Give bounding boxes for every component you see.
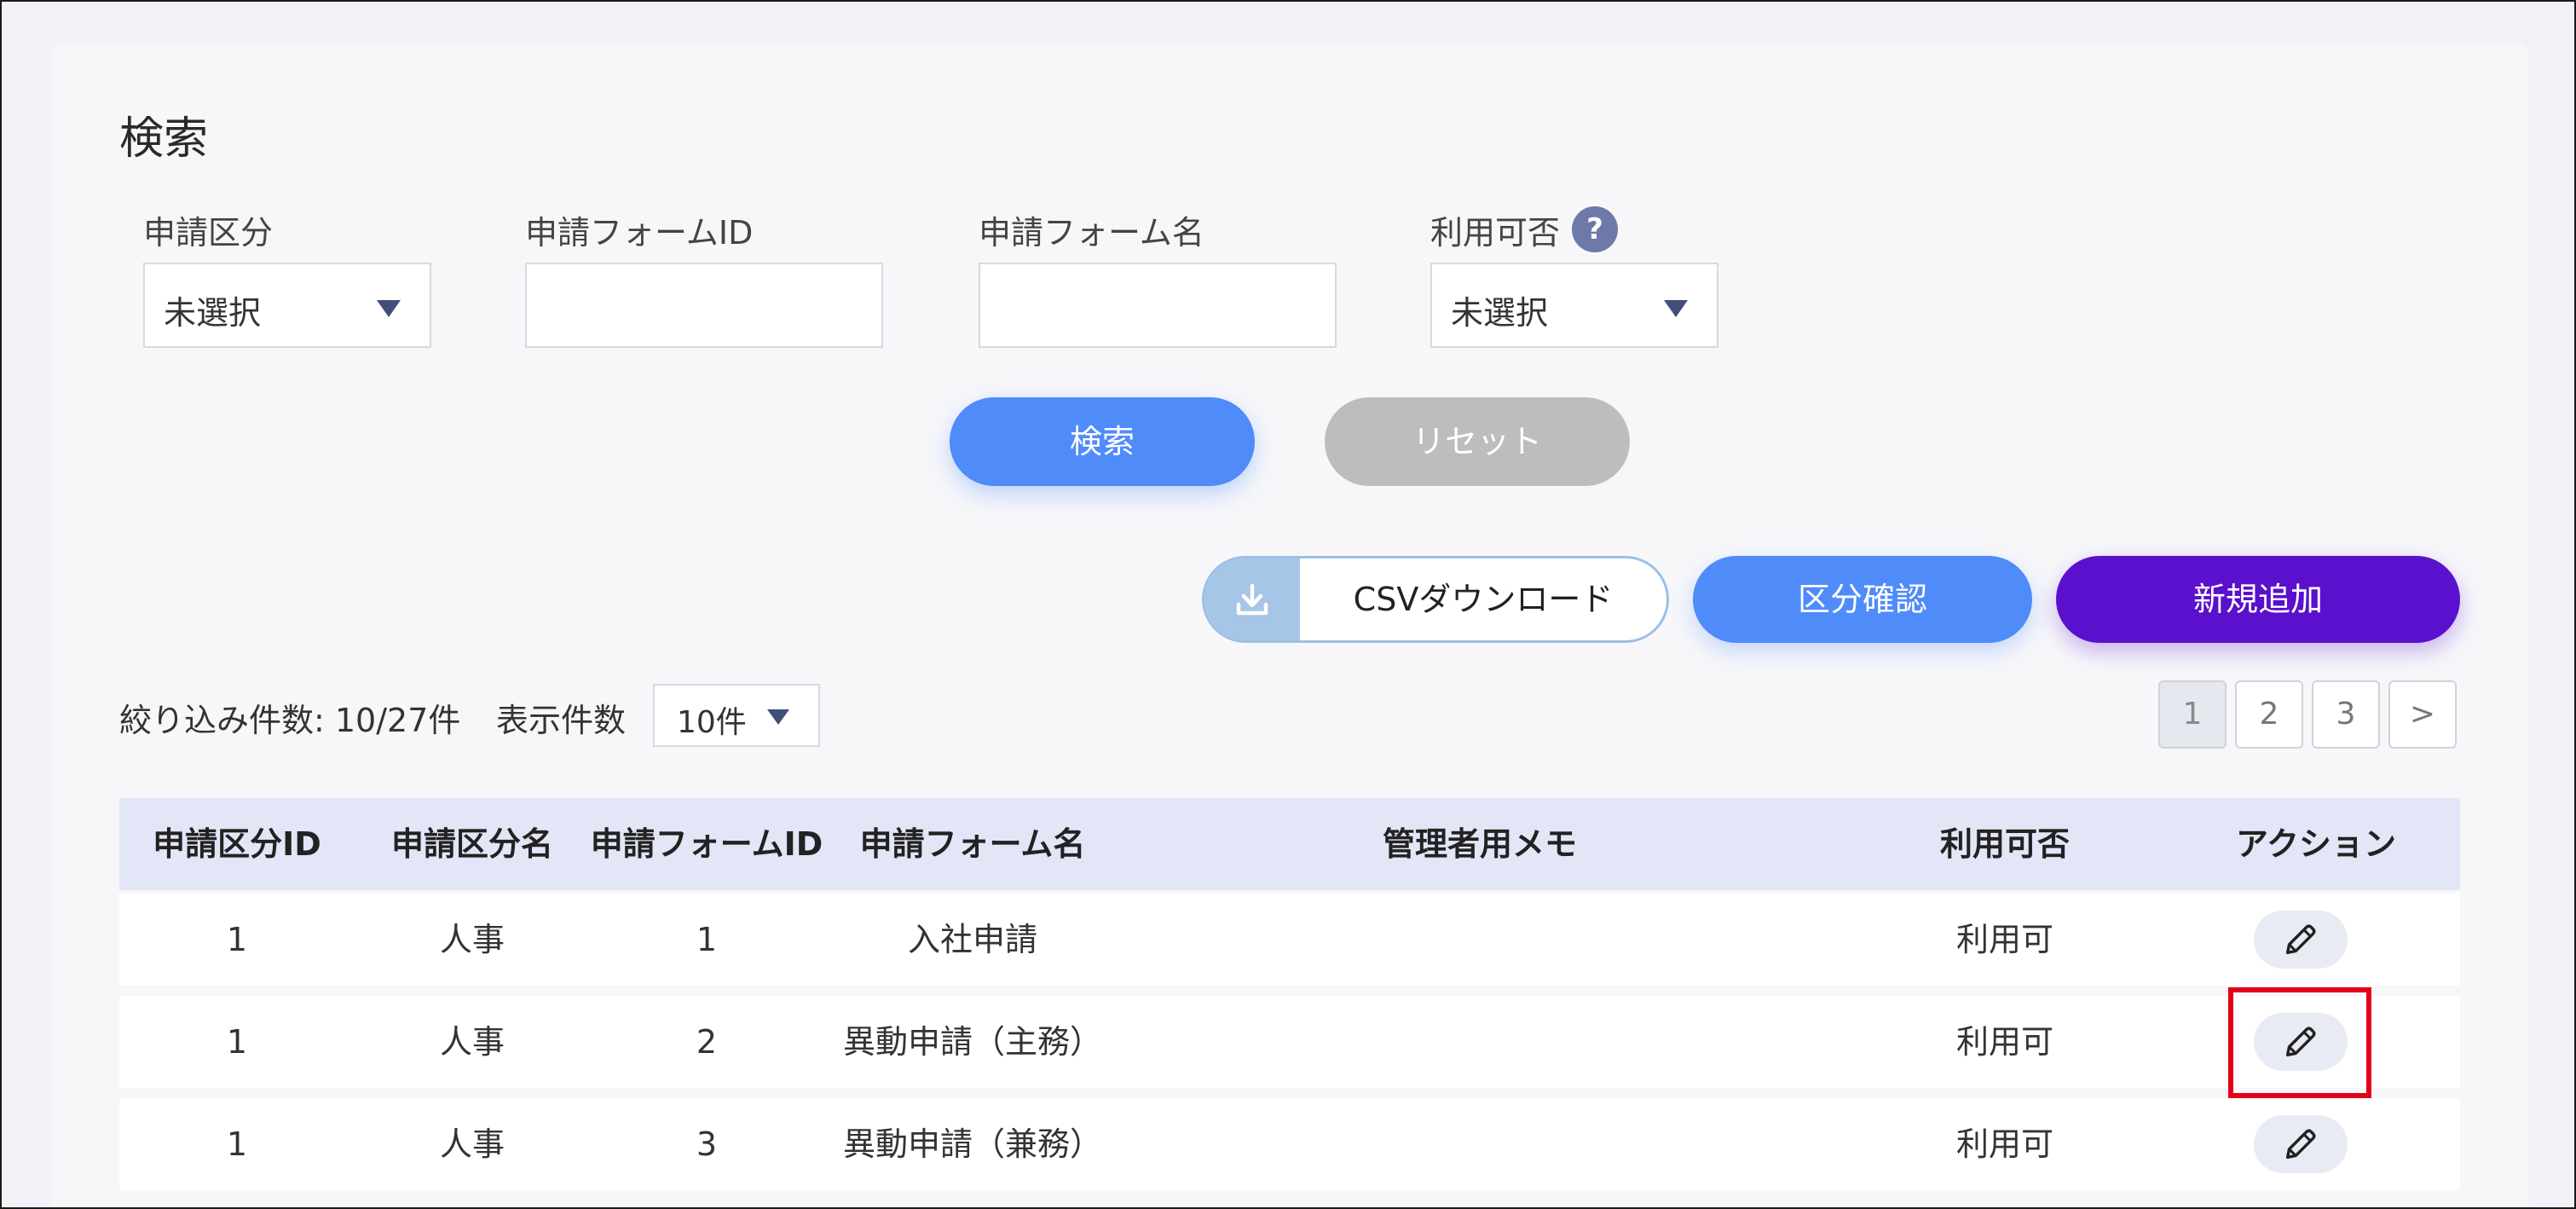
cell-form-id: 2 xyxy=(696,1023,718,1061)
csv-download-label: CSVダウンロード xyxy=(1353,581,1614,618)
chevron-down-icon xyxy=(1664,300,1688,317)
cell-form-id: 3 xyxy=(696,1125,718,1163)
pencil-icon xyxy=(2285,1129,2316,1160)
table-row: 1 人事 2 異動申請（主務） 利用可 xyxy=(119,996,2460,1088)
availability-select-value: 未選択 xyxy=(1451,294,1549,332)
cell-category-id: 1 xyxy=(226,921,248,958)
cell-availability: 利用可 xyxy=(1955,1023,2053,1061)
form-id-input[interactable] xyxy=(525,263,883,348)
header-form-name: 申請フォーム名 xyxy=(859,825,1086,863)
header-category-id: 申請区分ID xyxy=(153,825,321,863)
category-select[interactable]: 未選択 xyxy=(143,263,431,348)
add-new-button[interactable]: 新規追加 xyxy=(2056,556,2460,643)
category-select-value: 未選択 xyxy=(164,294,262,332)
help-icon[interactable]: ? xyxy=(1572,206,1618,252)
cell-category-name: 人事 xyxy=(439,1023,505,1061)
header-category-name: 申請区分名 xyxy=(390,825,553,863)
chevron-down-icon xyxy=(767,709,789,725)
cell-admin-memo xyxy=(1122,894,1838,986)
csv-download-button[interactable]: CSVダウンロード xyxy=(1202,556,1669,643)
page-button-1[interactable]: 1 xyxy=(2158,680,2227,749)
cell-admin-memo xyxy=(1122,996,1838,1088)
table-row: 1 人事 1 入社申請 利用可 xyxy=(119,894,2460,986)
filter-count: 絞り込み件数: 10/27件 xyxy=(119,702,461,739)
availability-label: 利用可否 xyxy=(1430,214,1561,252)
page-button-2[interactable]: 2 xyxy=(2235,680,2303,749)
cell-availability: 利用可 xyxy=(1955,1125,2053,1163)
per-page-value: 10件 xyxy=(677,705,747,740)
availability-select[interactable]: 未選択 xyxy=(1430,263,1718,348)
pencil-icon xyxy=(2285,924,2316,955)
cell-form-id: 1 xyxy=(696,921,718,958)
header-availability: 利用可否 xyxy=(1939,825,2070,863)
cell-category-id: 1 xyxy=(226,1023,248,1061)
cell-availability: 利用可 xyxy=(1955,921,2053,958)
header-admin-memo: 管理者用メモ xyxy=(1382,825,1577,863)
chevron-down-icon xyxy=(377,300,401,317)
header-form-id: 申請フォームID xyxy=(590,825,823,863)
download-icon xyxy=(1204,558,1300,640)
cell-form-name: 異動申請（主務） xyxy=(842,1023,1102,1061)
highlight-box xyxy=(2228,987,2371,1098)
next-page-button[interactable]: > xyxy=(2388,680,2457,749)
category-check-button[interactable]: 区分確認 xyxy=(1693,556,2032,643)
search-title: 検索 xyxy=(119,113,209,165)
reset-button[interactable]: リセット xyxy=(1325,397,1630,486)
form-id-label: 申請フォームID xyxy=(525,214,754,252)
page-button-3[interactable]: 3 xyxy=(2312,680,2380,749)
form-name-input[interactable] xyxy=(979,263,1337,348)
cell-category-name: 人事 xyxy=(439,1125,505,1163)
table-row: 1 人事 3 異動申請（兼務） 利用可 xyxy=(119,1098,2460,1190)
cell-admin-memo xyxy=(1122,1098,1838,1190)
table-header: 申請区分ID 申請区分名 申請フォームID 申請フォーム名 管理者用メモ 利用可… xyxy=(119,798,2460,890)
header-action: アクション xyxy=(2235,825,2397,863)
per-page-select[interactable]: 10件 xyxy=(653,684,820,747)
search-button[interactable]: 検索 xyxy=(950,397,1255,486)
cell-category-id: 1 xyxy=(226,1125,248,1163)
category-label: 申請区分 xyxy=(143,214,274,252)
edit-button[interactable] xyxy=(2254,1115,2348,1173)
cell-form-name: 異動申請（兼務） xyxy=(842,1125,1102,1163)
cell-category-name: 人事 xyxy=(439,921,505,958)
cell-form-name: 入社申請 xyxy=(907,921,1037,958)
edit-button[interactable] xyxy=(2254,911,2348,969)
app-frame: 検索 申請区分 申請フォームID 申請フォーム名 利用可否 ? 未選択 未選択 … xyxy=(0,0,2576,1209)
form-name-label: 申請フォーム名 xyxy=(979,214,1204,252)
per-page-label: 表示件数 xyxy=(496,702,627,739)
